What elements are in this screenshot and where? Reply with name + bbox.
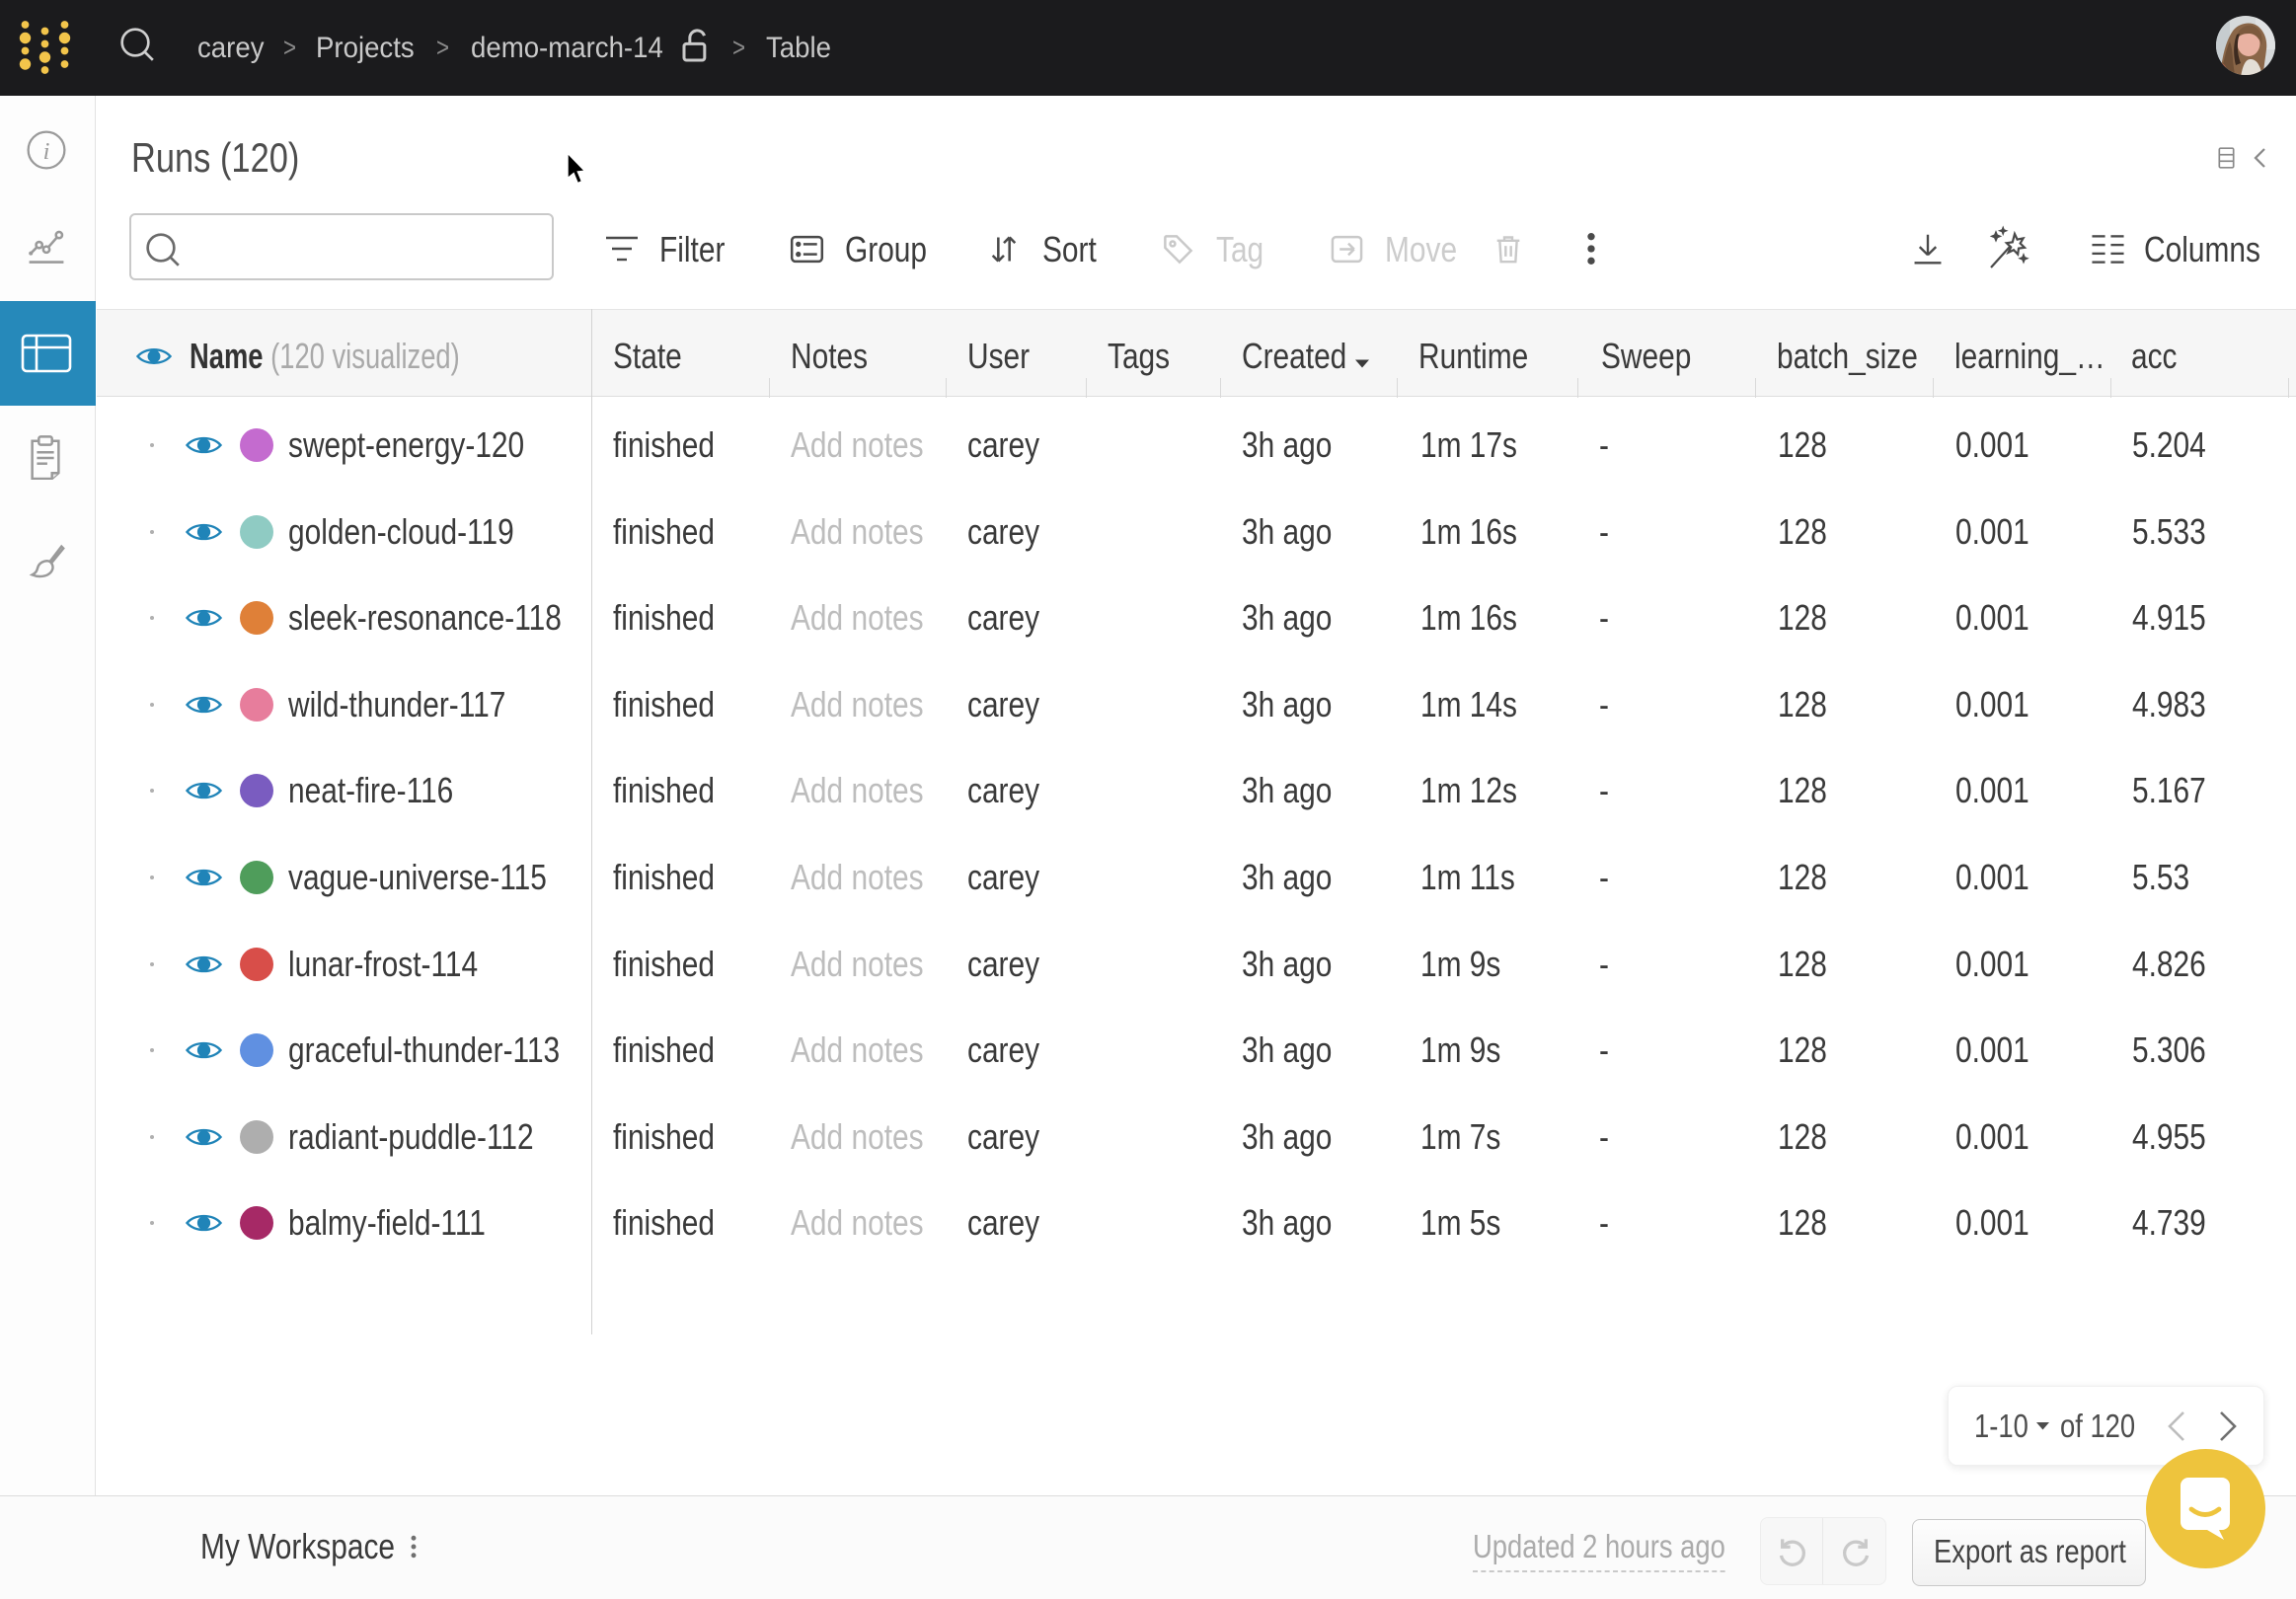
svg-text:i: i <box>43 138 50 165</box>
